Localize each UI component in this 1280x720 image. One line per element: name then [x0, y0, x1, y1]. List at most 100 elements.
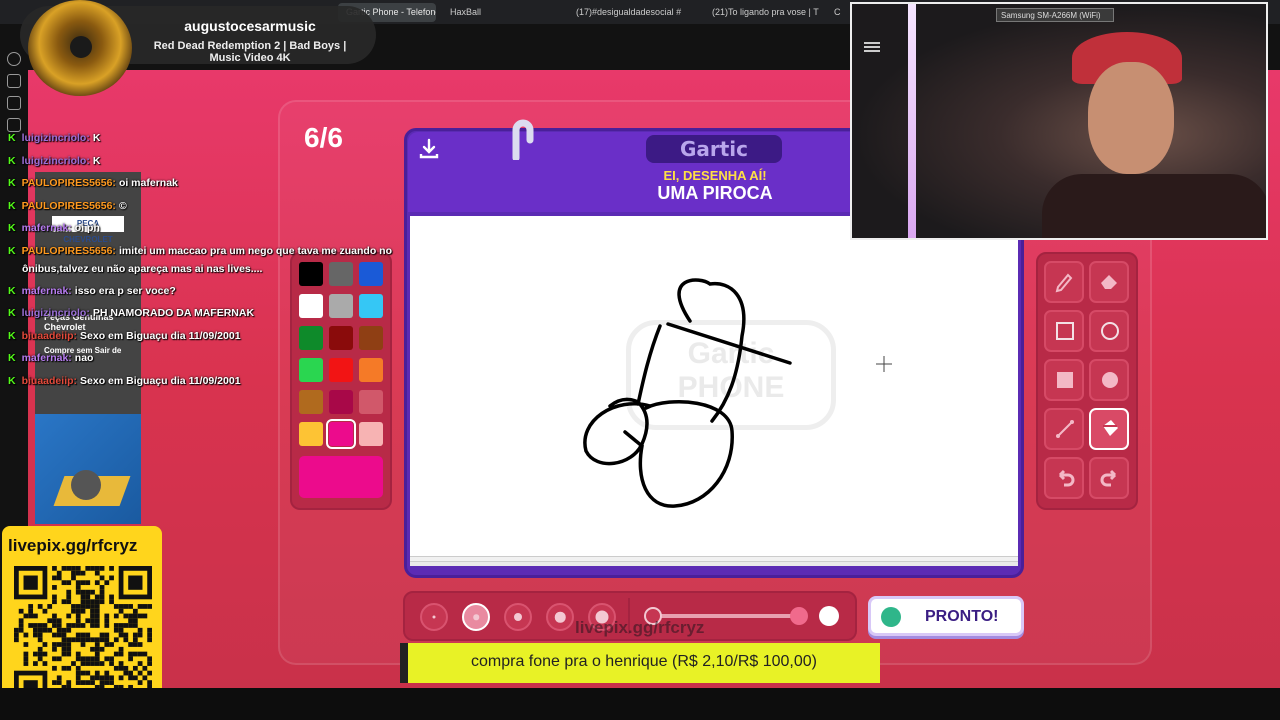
tool-button[interactable] — [1089, 457, 1129, 499]
browser-tab-haxball[interactable]: HaxBall — [442, 3, 562, 22]
line-icon — [1052, 416, 1078, 442]
ad-wheel-icon — [71, 470, 101, 500]
chat-text: PH NAMORADO DA MAFERNAK — [92, 307, 255, 320]
donation-goal-bar: compra fone pra o henrique (R$ 2,10/R$ 1… — [400, 643, 880, 683]
chat-text: Sexo em Biguaçu dia 11/09/2001 — [80, 329, 241, 342]
tool-button[interactable] — [1044, 310, 1084, 352]
chat-text: oi mafernak — [118, 177, 178, 190]
chat-text: K — [92, 154, 101, 167]
redo-icon — [1097, 465, 1123, 491]
chat-message: K PAULOPIRES5656: oi mafernak — [8, 177, 178, 189]
opacity-slider-knob[interactable] — [790, 607, 808, 625]
stream-screen: Gartic Phone - Telefone sem fio HaxBall … — [0, 0, 1280, 720]
chat-text: oi ph — [74, 222, 100, 235]
livepix-url: livepix.gg/rfcryz — [8, 536, 138, 555]
kick-icon: K — [8, 375, 16, 387]
prompt-heading: EI, DESENHA AÍ! — [663, 168, 767, 183]
chat-username: PAULOPIRES5656: — [21, 177, 116, 190]
taskbar — [0, 688, 1280, 720]
brush-dot-icon — [432, 615, 436, 619]
brush-size-button[interactable] — [504, 603, 532, 631]
chat-message-continued: ônibus,talvez eu não apareça mas ai nas … — [22, 262, 263, 275]
circle-filled-icon — [1097, 367, 1123, 393]
kick-icon: K — [8, 222, 16, 235]
color-swatch[interactable] — [299, 422, 323, 446]
chat-overlay: Kluigizincriolo: K Kluigizincriolo: K K PAULO… — [4, 128, 404, 398]
prompt-word: UMA PIROCA — [657, 183, 773, 203]
image-icon[interactable] — [7, 96, 21, 110]
done-button-label: PRONTO! — [925, 608, 999, 625]
chat-text: Sexo em Biguaçu dia 11/09/2001 — [80, 375, 241, 387]
shirt — [1042, 174, 1266, 238]
chat-message: Kluigizincriolo: K — [8, 132, 100, 144]
tool-button[interactable] — [1089, 408, 1129, 450]
chat-message: Kmafernak: oi ph — [8, 222, 100, 234]
check-icon — [881, 607, 901, 627]
fill-bucket-icon — [1097, 416, 1123, 442]
browser-tab-tiktok-1[interactable]: (17)#desigualdadesocial # — [568, 3, 698, 22]
tool-button[interactable] — [1044, 408, 1084, 450]
now-playing-artist: augustocesarmusic — [184, 18, 316, 34]
tool-button[interactable] — [1089, 261, 1129, 303]
chat-message: Kbiuaadeiip: Sexo em Biguaçu dia 11/09/20… — [8, 330, 241, 342]
brush-size-button[interactable] — [546, 603, 574, 631]
face — [1088, 62, 1174, 174]
now-playing-song: Red Dead Redemption 2 | Bad Boys | Music… — [153, 40, 347, 64]
chat-username: mafernak: — [21, 222, 72, 235]
chat-message: Kbiuaadeiip: Sexo em Biguaçu dia 11/09/20… — [8, 375, 241, 387]
rectangle-outline-icon — [1052, 318, 1078, 344]
qr-code-icon — [14, 566, 152, 704]
chat-message: Kluigizincriolo: K — [8, 155, 100, 167]
paper-edge — [410, 561, 1018, 566]
chat-username: PAULOPIRES5656: — [21, 245, 116, 257]
drawing-canvas[interactable]: Gartic PHONE — [410, 216, 1018, 556]
current-color — [299, 456, 383, 498]
kick-icon: K — [8, 245, 16, 257]
kick-icon: K — [8, 329, 16, 342]
brush-size-button[interactable] — [462, 603, 490, 631]
menu-icon[interactable] — [864, 42, 880, 44]
chat-text: © — [118, 199, 127, 212]
user-drawing — [583, 278, 792, 508]
browser-tab-tiktok-2[interactable]: (21)To ligando pra vose | T — [704, 3, 820, 22]
chat-text: K — [92, 132, 101, 144]
color-swatch[interactable] — [326, 419, 356, 449]
ad-image — [35, 414, 141, 524]
tool-button[interactable] — [1044, 359, 1084, 401]
chat-username: mafernak: — [21, 284, 72, 297]
tool-button[interactable] — [1044, 457, 1084, 499]
download-icon[interactable] — [418, 138, 440, 160]
chat-message: Kmafernak: nao — [8, 352, 93, 364]
rectangle-filled-icon — [1052, 367, 1078, 393]
opera-icon[interactable] — [7, 52, 21, 66]
chat-username: mafernak: — [21, 352, 72, 365]
kick-icon: K — [8, 154, 16, 167]
tool-button[interactable] — [1089, 310, 1129, 352]
webcam-overlay — [850, 2, 1268, 240]
chat-username: PAULOPIRES5656: — [21, 199, 116, 212]
crosshair-cursor-icon — [876, 356, 892, 372]
chat-text: imitei um maccao pra um nego que tava me… — [118, 245, 392, 257]
chat-username: luigizincriolo: — [21, 307, 90, 320]
donation-goal-text: compra fone pra o henrique (R$ 2,10/R$ 1… — [471, 653, 817, 670]
brush-dot-icon — [473, 614, 479, 620]
brush-size-button[interactable] — [420, 603, 448, 631]
chat-message: Kmafernak: isso era p ser voce? — [8, 285, 176, 297]
tool-button[interactable] — [1044, 261, 1084, 303]
home-icon[interactable] — [7, 74, 21, 88]
done-button[interactable]: PRONTO! — [868, 596, 1024, 636]
pencil-icon — [1052, 269, 1078, 295]
opacity-max-icon — [819, 606, 839, 626]
chat-username: biuaadeiip: — [21, 375, 78, 387]
livepix-watermark: livepix.gg/rfcryz — [575, 618, 705, 637]
kick-icon: K — [8, 307, 16, 320]
color-swatch[interactable] — [359, 422, 383, 446]
chat-username: luigizincriolo: — [21, 154, 90, 167]
undo-icon — [1052, 465, 1078, 491]
tool-button[interactable] — [1089, 359, 1129, 401]
chat-message: K PAULOPIRES5656: © — [8, 200, 127, 212]
browser-tab-other[interactable]: C — [826, 3, 850, 22]
camera-device-select[interactable]: Samsung SM-A266M (WiFi) — [996, 8, 1114, 22]
paper-hook-icon — [512, 119, 534, 160]
chat-message: K PAULOPIRES5656: imitei um maccao pra um … — [8, 245, 392, 257]
